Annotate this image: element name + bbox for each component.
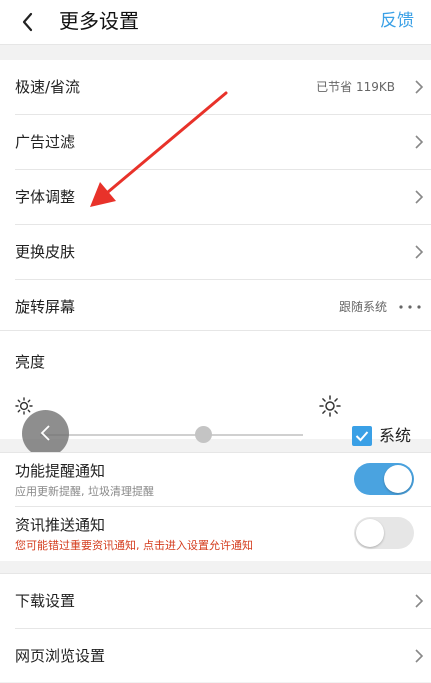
data-saved-value: 已节省 119KB: [316, 80, 395, 94]
notification-row-feature[interactable]: 功能提醒通知 应用更新提醒, 垃圾清理提醒: [15, 453, 431, 507]
feature-notification-toggle[interactable]: [354, 463, 414, 495]
setting-row-web-browsing[interactable]: 网页浏览设置: [15, 629, 431, 683]
settings-group-browsing: 下载设置 网页浏览设置: [0, 573, 431, 682]
brightness-label: 亮度: [15, 353, 46, 371]
brightness-slider-handle[interactable]: [194, 426, 212, 443]
setting-row-download[interactable]: 下载设置: [15, 574, 431, 629]
chevron-left-icon: [40, 425, 50, 441]
floating-back-button[interactable]: [22, 410, 69, 457]
page-title: 更多设置: [59, 9, 139, 33]
setting-row-ad-filter[interactable]: 广告过滤: [15, 115, 431, 170]
news-notification-toggle[interactable]: [354, 517, 414, 549]
settings-group-general: 极速/省流 已节省 119KB 广告过滤 字体调整 更换皮肤 旋转屏幕 跟随系统: [0, 60, 431, 335]
chevron-left-icon[interactable]: [14, 8, 42, 36]
setting-label: 字体调整: [15, 188, 76, 206]
rotate-mode-value: 跟随系统: [338, 300, 387, 314]
notification-title: 资讯推送通知: [15, 516, 106, 534]
checkmark-icon: [355, 431, 369, 442]
chevron-right-icon: [415, 245, 424, 259]
notification-row-news[interactable]: 资讯推送通知 您可能错过重要资讯通知, 点击进入设置允许通知: [15, 507, 431, 560]
system-brightness-checkbox[interactable]: [352, 426, 372, 446]
toggle-knob: [384, 465, 412, 493]
setting-row-rotate-screen[interactable]: 旋转屏幕 跟随系统: [15, 280, 431, 335]
setting-label: 广告过滤: [15, 133, 76, 151]
setting-label: 旋转屏幕: [15, 298, 76, 316]
notification-subtitle: 应用更新提醒, 垃圾清理提醒: [15, 485, 154, 498]
setting-row-speed-saving[interactable]: 极速/省流 已节省 119KB: [15, 60, 431, 115]
chevron-right-icon: [415, 190, 424, 204]
chevron-right-icon: [415, 649, 424, 663]
setting-label: 下载设置: [15, 592, 76, 610]
chevron-right-icon: [415, 135, 424, 149]
brightness-slider-track[interactable]: [40, 434, 303, 436]
chevron-right-icon: [415, 80, 424, 94]
setting-label: 网页浏览设置: [15, 647, 106, 665]
toggle-knob: [356, 519, 384, 547]
setting-label: 极速/省流: [15, 78, 81, 96]
notification-section: 功能提醒通知 应用更新提醒, 垃圾清理提醒 资讯推送通知 您可能错过重要资讯通知…: [0, 452, 431, 561]
feedback-button[interactable]: 反馈: [380, 9, 414, 33]
brightness-section: 亮度 系统: [0, 330, 431, 457]
brightness-high-icon: [319, 395, 341, 417]
more-dots-icon[interactable]: [399, 305, 421, 309]
setting-row-font-size[interactable]: 字体调整: [15, 170, 431, 225]
chevron-right-icon: [415, 594, 424, 608]
notification-warning[interactable]: 您可能错过重要资讯通知, 点击进入设置允许通知: [15, 539, 253, 553]
setting-row-change-skin[interactable]: 更换皮肤: [15, 225, 431, 280]
system-brightness-label: 系统: [379, 426, 412, 445]
setting-label: 更换皮肤: [15, 243, 76, 261]
notification-title: 功能提醒通知: [15, 462, 106, 480]
top-bar: 更多设置 反馈: [0, 0, 431, 45]
